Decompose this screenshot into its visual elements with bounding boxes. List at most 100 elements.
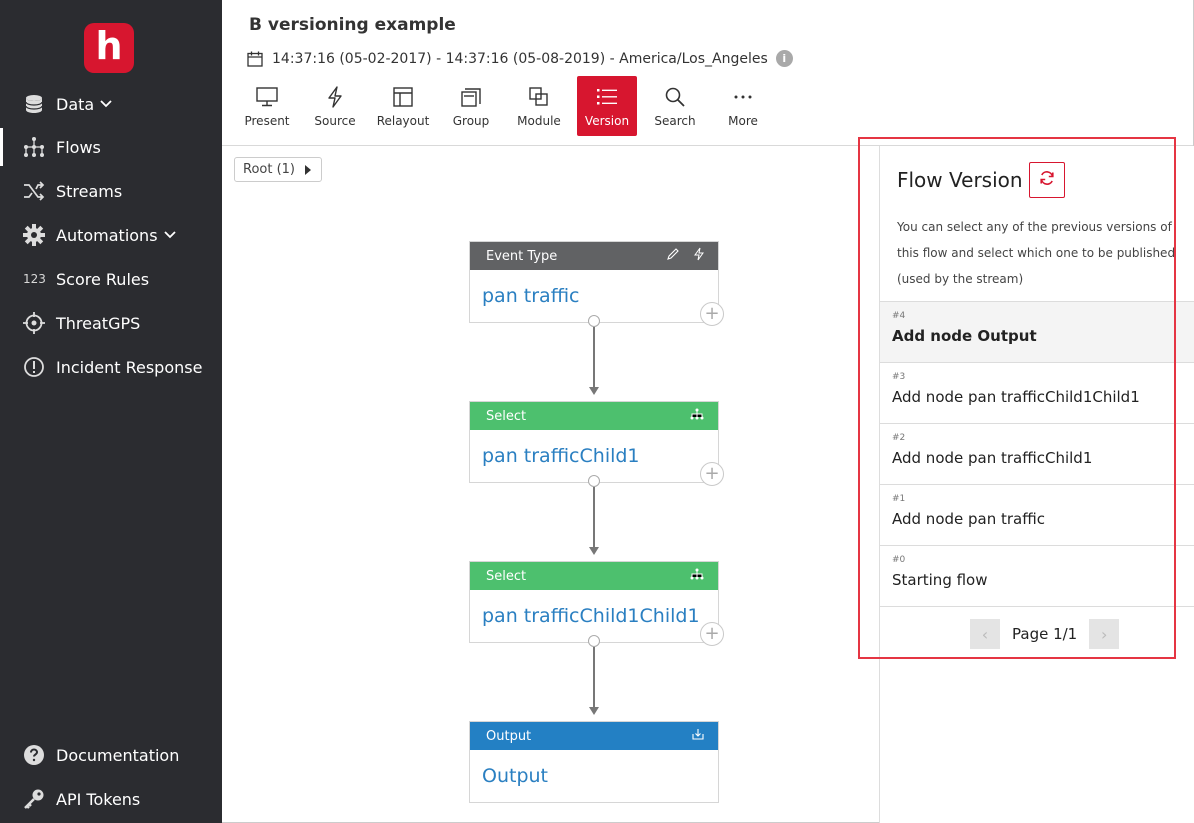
prev-page-button[interactable]: ‹ bbox=[970, 619, 1000, 649]
version-item-3[interactable]: #3 Add node pan trafficChild1Child1 bbox=[880, 362, 1194, 423]
sidebar-item-flows[interactable]: Flows bbox=[0, 128, 222, 166]
date-range-row: 14:37:16 (05-02-2017) - 14:37:16 (05-08-… bbox=[247, 50, 793, 67]
download-icon[interactable] bbox=[692, 728, 704, 744]
module-button[interactable]: Module bbox=[509, 76, 569, 136]
chevron-down-icon bbox=[100, 98, 112, 110]
version-label: Add node pan traffic bbox=[892, 510, 1045, 528]
search-icon bbox=[664, 86, 686, 108]
present-button[interactable]: Present bbox=[237, 76, 297, 136]
sidebar-item-label: Streams bbox=[56, 181, 123, 201]
sidebar-item-automations[interactable]: Automations bbox=[0, 216, 222, 254]
version-item-2[interactable]: #2 Add node pan trafficChild1 bbox=[880, 423, 1194, 484]
gear-icon bbox=[23, 224, 45, 246]
hierarchy-icon[interactable] bbox=[690, 408, 704, 424]
edge-line bbox=[593, 487, 595, 547]
refresh-button[interactable] bbox=[1029, 162, 1065, 198]
layout-icon bbox=[392, 86, 414, 108]
search-button[interactable]: Search bbox=[645, 76, 705, 136]
sidebar-item-streams[interactable]: Streams bbox=[0, 172, 222, 210]
flows-icon bbox=[23, 136, 45, 158]
flow-node-output[interactable]: Output Output bbox=[469, 721, 719, 803]
node-output-port[interactable] bbox=[588, 315, 600, 327]
group-label: Group bbox=[452, 114, 490, 128]
app-logo[interactable]: h bbox=[84, 23, 134, 73]
sidebar-item-score-rules[interactable]: 123 Score Rules bbox=[0, 260, 222, 298]
source-label: Source bbox=[314, 114, 356, 128]
version-label: Starting flow bbox=[892, 571, 988, 589]
pencil-icon[interactable] bbox=[666, 247, 680, 265]
page-indicator: Page 1/1 bbox=[1012, 625, 1078, 643]
flow-node-select[interactable]: Select pan trafficChild1Child1 bbox=[469, 561, 719, 643]
version-label: Add node pan trafficChild1 bbox=[892, 449, 1093, 467]
add-node-button[interactable]: + bbox=[700, 462, 724, 486]
edge-arrow bbox=[589, 387, 599, 395]
version-label: Add node pan trafficChild1Child1 bbox=[892, 388, 1140, 406]
group-icon bbox=[460, 86, 482, 108]
date-range-text[interactable]: 14:37:16 (05-02-2017) - 14:37:16 (05-08-… bbox=[272, 51, 768, 67]
more-dots-icon bbox=[732, 86, 754, 108]
sidebar-item-label: Documentation bbox=[56, 745, 180, 765]
more-label: More bbox=[728, 114, 758, 128]
relayout-button[interactable]: Relayout bbox=[373, 76, 433, 136]
node-output-port[interactable] bbox=[588, 635, 600, 647]
version-list: #4 Add node Output #3 Add node pan traff… bbox=[880, 301, 1194, 607]
sidebar-item-label: Data bbox=[56, 94, 95, 114]
sidebar-item-documentation[interactable]: Documentation bbox=[0, 736, 222, 774]
node-type-label: Select bbox=[486, 568, 527, 584]
module-label: Module bbox=[517, 114, 561, 128]
version-number: #0 bbox=[892, 555, 906, 565]
edge-arrow bbox=[589, 707, 599, 715]
sidebar-item-label: Incident Response bbox=[56, 357, 203, 377]
group-button[interactable]: Group bbox=[441, 76, 501, 136]
database-icon bbox=[23, 93, 45, 115]
sidebar-item-label: Automations bbox=[56, 225, 158, 245]
toolbar: Present Source Relayout Group Module Ver… bbox=[237, 76, 781, 136]
next-page-button[interactable]: › bbox=[1089, 619, 1120, 649]
panel-title: Flow Version bbox=[897, 168, 1023, 192]
version-number: #4 bbox=[892, 311, 906, 321]
breadcrumb-label: Root (1) bbox=[243, 162, 295, 177]
sidebar-item-label: Flows bbox=[56, 137, 101, 157]
help-circle-icon bbox=[23, 744, 45, 766]
sidebar-item-incident-response[interactable]: Incident Response bbox=[0, 348, 222, 386]
add-node-button[interactable]: + bbox=[700, 622, 724, 646]
pagination: ‹ Page 1/1 › bbox=[970, 619, 1120, 649]
info-icon[interactable]: i bbox=[775, 50, 793, 67]
node-header: Select bbox=[470, 562, 718, 590]
flow-version-panel: Flow Version You can select any of the p… bbox=[879, 146, 1194, 823]
breadcrumb[interactable]: Root (1) bbox=[234, 157, 322, 182]
version-item-4[interactable]: #4 Add node Output bbox=[880, 301, 1194, 362]
node-type-label: Event Type bbox=[486, 248, 558, 264]
calendar-icon[interactable] bbox=[247, 51, 263, 67]
source-button[interactable]: Source bbox=[305, 76, 365, 136]
sidebar-item-threatgps[interactable]: ThreatGPS bbox=[0, 304, 222, 342]
add-node-button[interactable]: + bbox=[700, 302, 724, 326]
panel-description: You can select any of the previous versi… bbox=[897, 220, 1176, 286]
edge-line bbox=[593, 327, 595, 387]
caret-right-icon bbox=[305, 164, 311, 175]
list-icon bbox=[596, 86, 618, 108]
hierarchy-icon[interactable] bbox=[690, 568, 704, 584]
more-button[interactable]: More bbox=[713, 76, 773, 136]
sidebar-item-api-tokens[interactable]: API Tokens bbox=[0, 780, 222, 818]
node-header: Output bbox=[470, 722, 718, 750]
present-label: Present bbox=[244, 114, 290, 128]
version-button[interactable]: Version bbox=[577, 76, 637, 136]
monitor-icon bbox=[256, 86, 278, 108]
node-output-port[interactable] bbox=[588, 475, 600, 487]
chevron-down-icon bbox=[163, 229, 176, 241]
version-item-1[interactable]: #1 Add node pan traffic bbox=[880, 484, 1194, 545]
node-header: Event Type bbox=[470, 242, 718, 270]
version-item-0[interactable]: #0 Starting flow bbox=[880, 545, 1194, 606]
sidebar-item-data[interactable]: Data bbox=[0, 85, 222, 123]
flow-node-select[interactable]: Select pan trafficChild1 bbox=[469, 401, 719, 483]
sidebar: h Data Flows Streams Automations 123 Sco… bbox=[0, 0, 222, 823]
lightning-icon[interactable] bbox=[694, 247, 704, 265]
version-label: Add node Output bbox=[892, 327, 1037, 345]
key-icon bbox=[23, 788, 45, 810]
123-icon: 123 bbox=[23, 272, 46, 286]
list-divider bbox=[880, 606, 1194, 607]
flow-node-event-type[interactable]: Event Type pan traffic bbox=[469, 241, 719, 323]
module-icon bbox=[528, 86, 550, 108]
lightning-icon bbox=[324, 86, 346, 108]
